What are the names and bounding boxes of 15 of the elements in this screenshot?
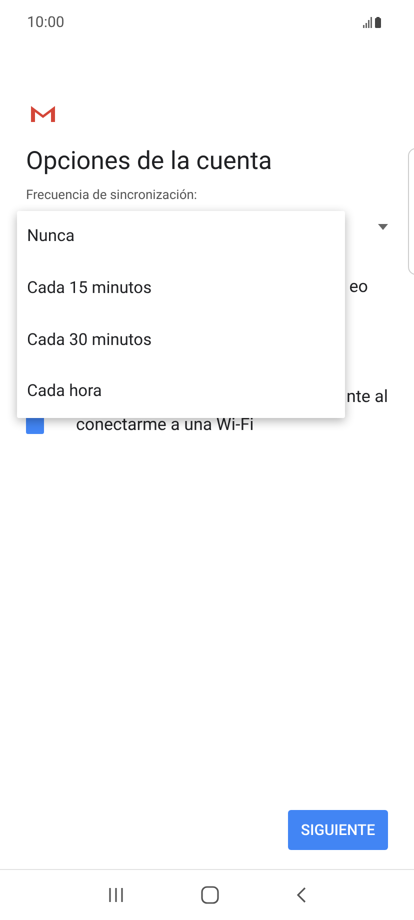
next-button[interactable]: SIGUIENTE	[288, 810, 388, 850]
page-title: Opciones de la cuenta	[26, 146, 273, 178]
back-icon[interactable]	[296, 887, 306, 903]
mail-logo-icon	[30, 104, 56, 123]
recent-apps-icon[interactable]	[108, 887, 124, 903]
option-text: nte al	[346, 386, 388, 408]
menu-item[interactable]: Cada 15 minutos	[17, 262, 345, 314]
field-label: Frecuencia de sincronización:	[26, 188, 198, 204]
signal-battery-icon	[363, 16, 383, 28]
menu-item[interactable]: Cada 30 minutos	[17, 314, 345, 366]
option-text: eo	[349, 276, 368, 298]
status-time: 10:00	[27, 13, 64, 31]
menu-item[interactable]: Nunca	[17, 211, 345, 263]
dropdown-arrow-icon[interactable]	[378, 224, 388, 230]
home-icon[interactable]	[200, 886, 219, 904]
